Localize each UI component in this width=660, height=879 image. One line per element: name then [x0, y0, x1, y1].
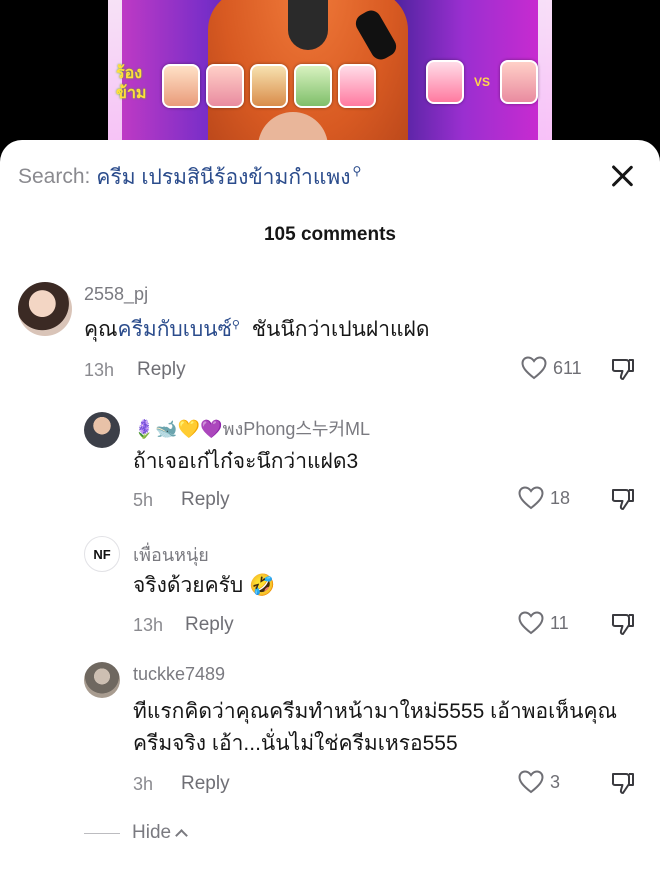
- video-preview[interactable]: ร้อง ข้าม VS: [108, 0, 552, 160]
- dislike-button[interactable]: [610, 611, 636, 642]
- like-button[interactable]: 3: [518, 770, 560, 794]
- cast-member: [162, 64, 200, 108]
- comment-text-part: คุณ: [84, 318, 118, 341]
- heart-icon: [518, 770, 544, 794]
- avatar[interactable]: NF: [84, 536, 120, 572]
- cast-banner: [162, 64, 376, 108]
- reply-text-line: ครีมจริง เอ้า...นั่นไม่ใช่ครีมเหรอ555: [133, 732, 458, 755]
- reply-time: 5h: [133, 490, 154, 510]
- like-button[interactable]: 611: [521, 356, 582, 380]
- cast-member: [338, 64, 376, 108]
- comment-time: 13h: [84, 360, 115, 380]
- like-button[interactable]: 18: [518, 486, 570, 510]
- dislike-button[interactable]: [610, 770, 636, 801]
- hide-label: Hide: [132, 822, 172, 843]
- cast-member: [206, 64, 244, 108]
- cast-member: [294, 64, 332, 108]
- reply-button[interactable]: Reply: [137, 359, 186, 381]
- reply-button[interactable]: Reply: [181, 773, 230, 795]
- versus-banner: VS: [425, 60, 538, 104]
- contestant: [500, 60, 538, 104]
- reply-text: จริงด้วยครับ 🤣: [133, 574, 276, 597]
- reply-username[interactable]: 🪻🐋💛💜พงPhong스누커ML: [133, 414, 370, 443]
- comments-sheet: Search: ครีม เปรมสินีร้องข้ามกำแพง ⚲ 105…: [0, 140, 660, 879]
- dislike-icon: [611, 489, 634, 510]
- reply-time: 3h: [133, 774, 154, 794]
- search-icon: ⚲: [352, 164, 362, 178]
- comments-count: 105 comments: [263, 224, 396, 245]
- cast-member: [250, 64, 288, 108]
- avatar[interactable]: [84, 662, 120, 698]
- dislike-icon: [611, 359, 634, 380]
- contestant: [425, 60, 464, 104]
- chevron-up-icon: [175, 828, 188, 842]
- like-count: 11: [550, 612, 569, 633]
- comment-username[interactable]: 2558_pj: [84, 284, 148, 305]
- dislike-icon: [611, 614, 634, 635]
- reply-text: ทีแรกคิดว่าคุณครีมทำหน้ามาใหม่5555 เอ้าพ…: [133, 696, 617, 760]
- avatar[interactable]: [18, 282, 72, 336]
- reply-text: ถ้าเจอเก๋ไก๋จะนึกว่าแฝด3: [133, 450, 359, 473]
- heart-icon: [521, 356, 547, 380]
- vs-label: VS: [473, 75, 490, 89]
- username-emoji: 🪻🐋💛💜: [133, 419, 223, 439]
- search-prefix: Search:: [18, 165, 91, 188]
- heart-icon: [518, 611, 544, 635]
- comment-text: คุณครีมกับเบนซ์⚲ ชันนึกว่าเปนฝาแฝด: [84, 314, 429, 349]
- reply-text-line: ทีแรกคิดว่าคุณครีมทำหน้ามาใหม่5555 เอ้าพ…: [133, 700, 618, 723]
- mention-link[interactable]: ครีมกับเบนซ์: [118, 318, 232, 341]
- reply-time: 13h: [133, 615, 164, 635]
- search-suggestion[interactable]: Search: ครีม เปรมสินีร้องข้ามกำแพง ⚲: [18, 162, 361, 192]
- search-query[interactable]: ครีม เปรมสินีร้องข้ามกำแพง: [96, 161, 350, 194]
- hide-replies-button[interactable]: Hide: [84, 822, 188, 844]
- like-count: 611: [553, 357, 582, 378]
- reply-button[interactable]: Reply: [181, 489, 230, 511]
- username-text: พงPhong스누커ML: [222, 419, 371, 439]
- comment-text-part: ชันนึกว่าเปนฝาแฝด: [245, 318, 430, 341]
- reply-username[interactable]: tuckke7489: [133, 664, 225, 685]
- heart-icon: [518, 486, 544, 510]
- divider: [84, 832, 120, 834]
- close-icon[interactable]: [610, 164, 634, 188]
- like-count: 3: [550, 771, 561, 792]
- dislike-button[interactable]: [610, 486, 636, 517]
- presenter-shirt: [288, 0, 328, 50]
- reply-username[interactable]: เพื่อนหนุ่ย: [133, 540, 209, 569]
- dislike-button[interactable]: [610, 356, 636, 387]
- like-count: 18: [550, 487, 571, 508]
- avatar[interactable]: [84, 412, 120, 448]
- search-suggest-icon: ⚲: [231, 319, 240, 331]
- dislike-icon: [611, 773, 634, 794]
- like-button[interactable]: 11: [518, 611, 569, 635]
- show-logo: ร้อง ข้าม: [116, 65, 147, 102]
- reply-button[interactable]: Reply: [185, 614, 234, 636]
